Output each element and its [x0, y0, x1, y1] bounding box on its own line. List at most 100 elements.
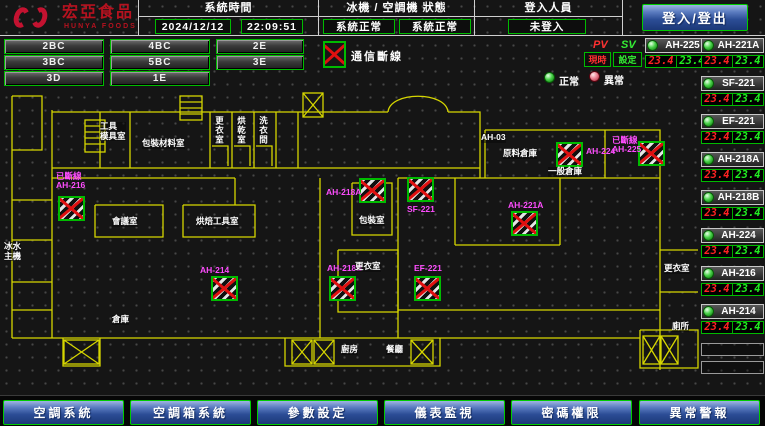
- sv-cn-label: 設定: [613, 52, 642, 67]
- system-clock-value: 22:09:51: [241, 19, 303, 34]
- comm-loss-label: 通信斷線: [351, 48, 403, 64]
- equipment-button-AH-218B[interactable]: AH-218B: [701, 190, 764, 205]
- floor-button-4BC[interactable]: 4BC: [110, 39, 210, 54]
- room-label-17: 冰水 主機: [4, 242, 21, 261]
- login-logout-button[interactable]: 登入/登出: [642, 4, 748, 31]
- equipment-name: AH-218A: [714, 154, 763, 165]
- device-icon-SF-221[interactable]: [407, 177, 434, 202]
- equipment-button-EF-221[interactable]: EF-221: [701, 114, 764, 129]
- brand-name-en: HUNYA FOODS: [64, 23, 137, 30]
- status-lamp-icon: [703, 306, 714, 317]
- machine-status-title: 冰機 / 空調機 狀態: [319, 0, 474, 17]
- brand-name: 宏亞食品: [62, 4, 134, 22]
- sv-value: 23.4: [733, 170, 763, 181]
- equipment-values: 23.423.4: [645, 55, 708, 68]
- equipment-name: AH-218B: [714, 192, 763, 203]
- device-icon-AH-216-disconnected[interactable]: [58, 196, 85, 221]
- normal-label: 正常: [559, 73, 579, 88]
- equipment-button-SF-221[interactable]: SF-221: [701, 76, 764, 91]
- status-lamp-icon: [647, 40, 658, 51]
- floor-button-2BC[interactable]: 2BC: [4, 39, 104, 54]
- device-icon-AH-221A[interactable]: [511, 211, 538, 236]
- pv-value: 23.4: [702, 284, 733, 295]
- equipment-name: EF-221: [714, 116, 763, 127]
- room-label-12: 倉庫: [112, 315, 129, 325]
- nav-button-2[interactable]: 空調箱系統: [130, 400, 251, 425]
- room-label-11: 一般倉庫: [548, 167, 582, 177]
- pv-value: 23.4: [702, 132, 733, 143]
- floor-button-3E[interactable]: 3E: [216, 55, 304, 70]
- equipment-name: AH-224: [714, 230, 763, 241]
- device-label-AH-214: AH-214: [200, 266, 229, 275]
- floor-button-5BC[interactable]: 5BC: [110, 55, 210, 70]
- floor-button-1E[interactable]: 1E: [110, 71, 210, 86]
- device-icon-AH-225-disconnected[interactable]: [638, 141, 665, 166]
- room-label-0: 工具 模具室: [100, 122, 126, 141]
- floor-button-3D[interactable]: 3D: [4, 71, 104, 86]
- equipment-button-AH-218A[interactable]: AH-218A: [701, 152, 764, 167]
- status-lamp-icon: [703, 192, 714, 203]
- room-label-15: 更衣室: [664, 264, 690, 274]
- device-label-AH-225: 已斷線 AH-225: [612, 136, 641, 154]
- system-time-section: 系統時間 2024/12/12 22:09:51: [139, 0, 318, 36]
- nav-button-3[interactable]: 參數設定: [257, 400, 378, 425]
- machine-status-section: 冰機 / 空調機 狀態 系統正常 系統正常: [319, 0, 474, 36]
- equipment-AH-214: AH-21423.423.4: [701, 304, 764, 334]
- equipment-button-AH-224[interactable]: AH-224: [701, 228, 764, 243]
- device-icon-EF-221[interactable]: [414, 276, 441, 301]
- equipment-button-AH-216[interactable]: AH-216: [701, 266, 764, 281]
- equipment-AH-218B: AH-218B 23.423.4: [701, 190, 764, 220]
- equipment-values: 23.423.4: [701, 55, 764, 68]
- status-lamp-icon: [703, 78, 714, 89]
- empty-equipment-slot: [701, 361, 764, 374]
- pv-value: 23.4: [646, 56, 677, 67]
- device-icon-AH-218A[interactable]: [359, 178, 386, 203]
- equipment-values: 23.423.4: [701, 245, 764, 258]
- comm-loss-icon: [323, 41, 346, 68]
- equipment-values: 23.423.4: [701, 207, 764, 220]
- nav-button-6[interactable]: 異常警報: [639, 400, 760, 425]
- pv-value: 23.4: [702, 322, 733, 333]
- room-label-5: 會議室: [112, 217, 138, 227]
- equipment-EF-221: EF-221 23.423.4: [701, 114, 764, 144]
- bottom-nav: 空調系統空調箱系統參數設定儀表監視密碼權限異常警報: [0, 395, 765, 426]
- room-label-9: AH-03: [481, 133, 506, 143]
- login-user-value: 未登入: [508, 19, 586, 34]
- room-label-2: 更衣室: [214, 116, 224, 145]
- brand-logo-icon: [12, 4, 58, 32]
- room-label-13: 廚房: [341, 345, 358, 355]
- status-lamp-icon: [703, 154, 714, 165]
- equipment-name: AH-225: [658, 40, 707, 51]
- device-icon-AH-218B[interactable]: [329, 276, 356, 301]
- device-icon-AH-224[interactable]: [556, 142, 583, 167]
- sv-value: 23.4: [733, 56, 763, 67]
- login-title: 登入人員: [475, 0, 622, 17]
- pv-label: PV: [593, 39, 608, 51]
- device-icon-AH-214[interactable]: [211, 276, 238, 301]
- nav-button-5[interactable]: 密碼權限: [511, 400, 632, 425]
- status-lamp-icon: [703, 268, 714, 279]
- empty-equipment-slot: [701, 343, 764, 356]
- equipment-button-AH-225[interactable]: AH-225: [645, 38, 708, 53]
- status-lamp-icon: [703, 116, 714, 127]
- abnormal-label: 異常: [604, 72, 624, 87]
- floor-button-3BC[interactable]: 3BC: [4, 55, 104, 70]
- equipment-name: SF-221: [714, 78, 763, 89]
- sv-value: 23.4: [733, 284, 763, 295]
- column-x-boxes: [64, 93, 678, 364]
- nav-button-4[interactable]: 儀表監視: [384, 400, 505, 425]
- login-section: 登入人員 未登入: [475, 0, 622, 36]
- room-label-7: 包裝室: [359, 216, 385, 226]
- room-label-6: 烘焙工具室: [196, 217, 239, 227]
- status-lamp-icon: [703, 40, 714, 51]
- equipment-AH-221A: AH-221A 23.423.4: [701, 38, 764, 68]
- abnormal-lamp-icon: [589, 71, 600, 82]
- chiller-status-value: 系統正常: [323, 19, 395, 34]
- room-label-14: 餐廳: [386, 345, 403, 355]
- room-label-16: 廁所: [672, 322, 689, 332]
- floor-button-2E[interactable]: 2E: [216, 39, 304, 54]
- sv-value: 23.4: [733, 132, 763, 143]
- nav-button-1[interactable]: 空調系統: [3, 400, 124, 425]
- equipment-button-AH-221A[interactable]: AH-221A: [701, 38, 764, 53]
- equipment-button-AH-214[interactable]: AH-214: [701, 304, 764, 319]
